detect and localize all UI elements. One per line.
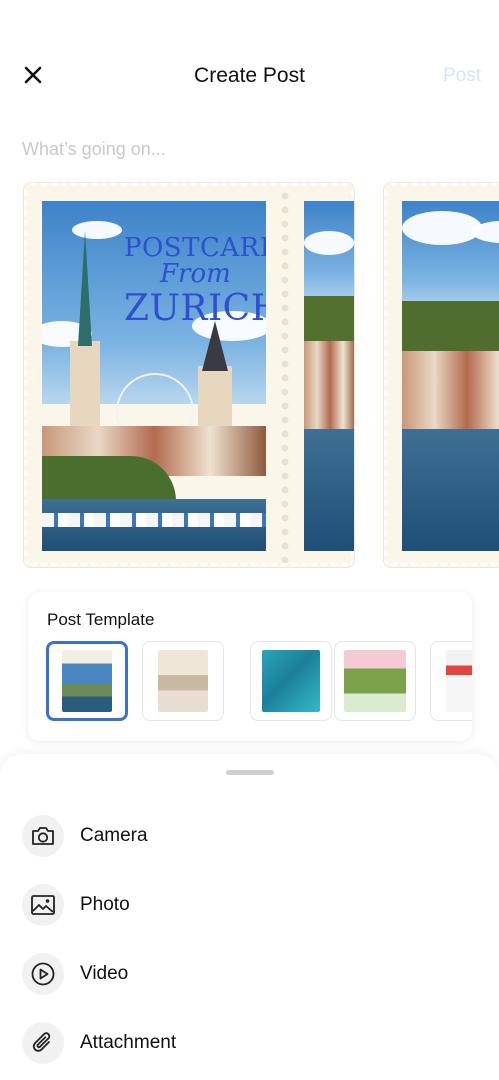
postcard-card-2[interactable] <box>383 182 499 568</box>
template-thumb <box>158 650 208 712</box>
attachment-option[interactable]: Attachment <box>22 1022 482 1066</box>
camera-option[interactable]: Camera <box>22 815 482 859</box>
sheet-drag-handle[interactable] <box>226 770 274 775</box>
postcard-title-line3: ZURICH <box>124 288 266 329</box>
play-circle-icon <box>22 953 64 995</box>
template-thumb <box>62 650 112 712</box>
attachment-label: Attachment <box>80 1032 177 1053</box>
template-thumb <box>262 650 320 712</box>
attach-options-sheet: Camera Photo Video Attachment <box>0 754 499 1080</box>
template-travel-collage[interactable] <box>250 641 332 721</box>
post-template-title: Post Template <box>47 610 155 629</box>
photo-label: Photo <box>80 894 130 915</box>
post-template-panel: Post Template <box>28 592 472 741</box>
template-summer[interactable] <box>334 641 416 721</box>
media-carousel[interactable]: POSTCARD From ZURICH <box>0 182 499 572</box>
header: Create Post Post What’s going on... <box>0 0 499 159</box>
paperclip-icon <box>22 1022 64 1064</box>
photo-option[interactable]: Photo <box>22 884 482 928</box>
camera-icon <box>22 815 64 857</box>
post-button[interactable]: Post <box>443 65 481 87</box>
perforation-divider <box>280 189 290 563</box>
template-postcard-journal[interactable] <box>46 641 128 721</box>
video-label: Video <box>80 963 129 984</box>
lake-strip-photo <box>304 201 354 551</box>
camera-label: Camera <box>80 825 148 846</box>
zurich-photo: POSTCARD From ZURICH <box>42 201 266 551</box>
template-travel-journal[interactable] <box>142 641 224 721</box>
template-magazine[interactable] <box>430 641 472 721</box>
postcard-card-1[interactable]: POSTCARD From ZURICH <box>23 182 355 568</box>
video-option[interactable]: Video <box>22 953 482 997</box>
template-thumb <box>446 650 472 712</box>
postcard-title-line2: From <box>160 259 231 289</box>
lake-town-photo <box>402 201 499 551</box>
post-text-input[interactable]: What’s going on... <box>22 139 166 160</box>
template-thumb <box>344 650 406 712</box>
template-list[interactable] <box>46 641 472 721</box>
page-title: Create Post <box>194 64 305 87</box>
image-icon <box>22 884 64 926</box>
